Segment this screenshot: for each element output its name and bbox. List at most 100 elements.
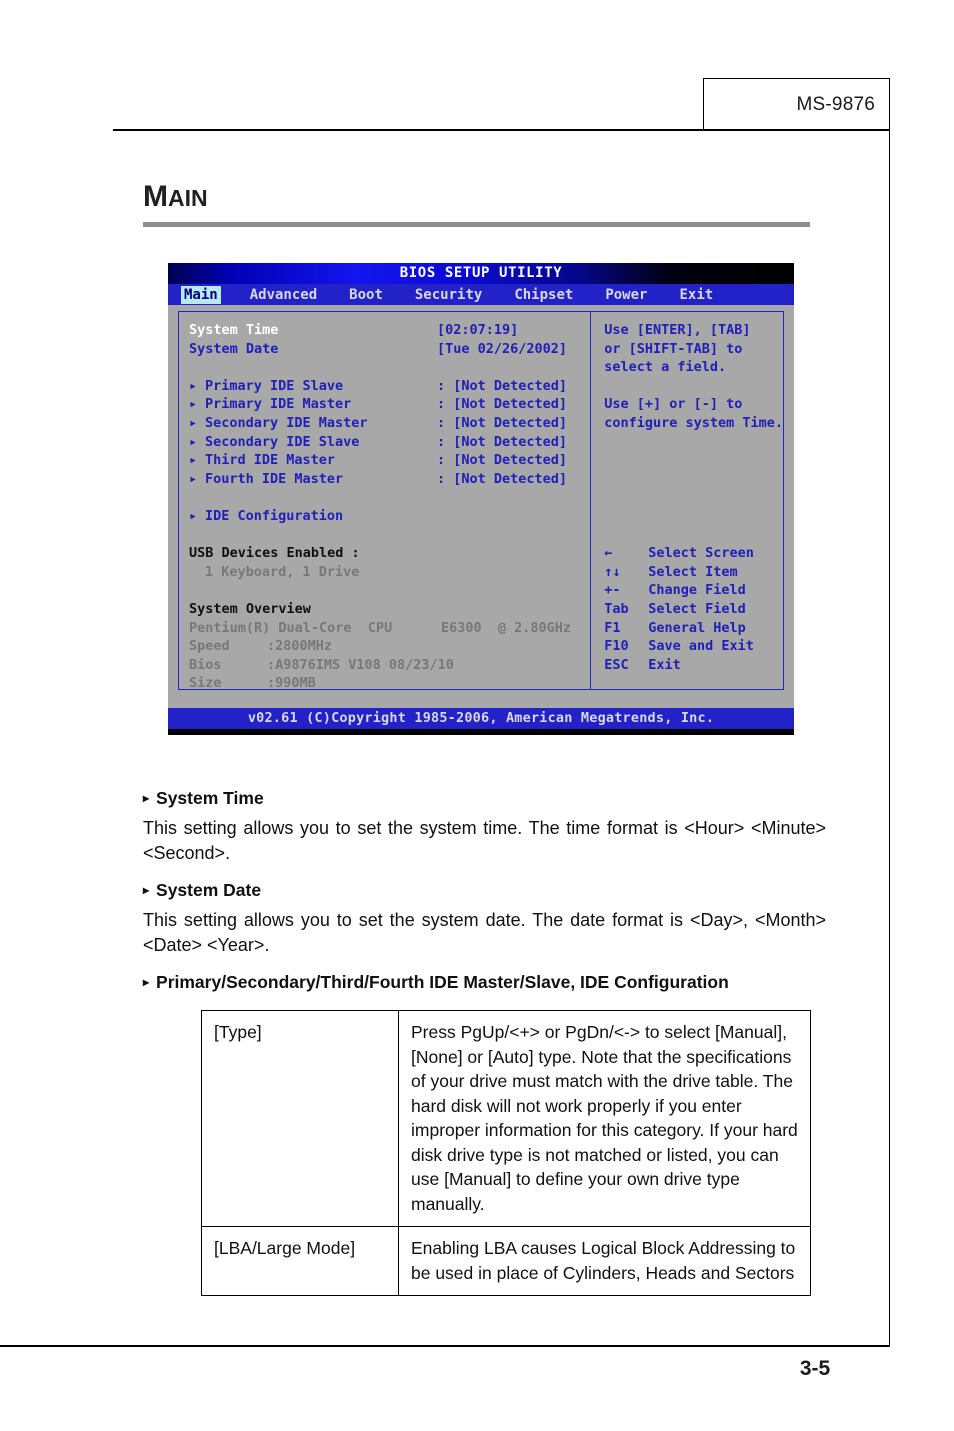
cpu-model: Pentium(R) Dual-Core CPU E6300 @ 2.80GHz xyxy=(189,619,572,636)
header-rule xyxy=(113,129,890,131)
tab-exit[interactable]: Exit xyxy=(676,286,716,304)
setting-system-time[interactable]: System Time [02:07:19] xyxy=(189,321,590,340)
table-cell-key: [Type] xyxy=(201,1010,399,1227)
menu-item-fourth-ide-master[interactable]: ▸ Fourth IDE Master : [Not Detected] xyxy=(189,470,590,489)
page-title-initial: M xyxy=(143,180,168,213)
menu-item-third-ide-master[interactable]: ▸ Third IDE Master : [Not Detected] xyxy=(189,451,590,470)
speed-value: :2800MHz xyxy=(267,638,333,655)
bios-help-pane: Use [ENTER], [TAB] or [SHIFT-TAB] to sel… xyxy=(591,312,783,689)
submenu-arrow-icon: ▸ xyxy=(189,433,198,450)
system-date-heading: ▸ System Date xyxy=(143,879,833,901)
bios-menu-bar[interactable]: Main Advanced Boot Security Chipset Powe… xyxy=(168,284,794,305)
legend-label: Select Item xyxy=(648,563,738,580)
submenu-arrow-icon: ▸ xyxy=(189,452,198,469)
menu-item-secondary-ide-slave[interactable]: ▸ Secondary IDE Slave : [Not Detected] xyxy=(189,433,590,452)
secondary-ide-master-label: Secondary IDE Master xyxy=(205,414,368,431)
usb-devices-heading: USB Devices Enabled : xyxy=(189,545,360,562)
submenu-arrow-icon: ▸ xyxy=(189,377,198,394)
page-border-right xyxy=(889,78,890,1345)
left-arrow-icon: ← xyxy=(604,545,613,562)
legend-label: Exit xyxy=(648,656,681,673)
usb-devices-detail: 1 Keyboard, 1 Drive xyxy=(205,563,360,580)
secondary-ide-slave-value: : [Not Detected] xyxy=(437,433,568,450)
bios-body: System Time [02:07:19] System Date [Tue … xyxy=(168,305,794,699)
menu-item-primary-ide-master[interactable]: ▸ Primary IDE Master : [Not Detected] xyxy=(189,395,590,414)
primary-ide-slave-value: : [Not Detected] xyxy=(437,377,568,394)
tab-security[interactable]: Security xyxy=(412,286,485,304)
help-text-line-5: configure system Time. xyxy=(604,414,783,431)
submenu-arrow-icon: ▸ xyxy=(189,414,198,431)
tab-chipset[interactable]: Chipset xyxy=(511,286,576,304)
legend-label: Change Field xyxy=(648,582,746,599)
page-number: 3-5 xyxy=(799,1357,831,1380)
tab-advanced[interactable]: Advanced xyxy=(247,286,320,304)
footer-rule xyxy=(0,1345,890,1347)
menu-item-ide-configuration[interactable]: ▸ IDE Configuration xyxy=(189,507,590,526)
system-date-description: This setting allows you to set the syste… xyxy=(143,910,826,955)
primary-ide-master-label: Primary IDE Master xyxy=(205,396,352,413)
legend-label: Select Screen xyxy=(648,545,754,562)
ide-heading-text: Primary/Secondary/Third/Fourth IDE Maste… xyxy=(156,972,729,992)
help-text-line-2: or [SHIFT-TAB] to xyxy=(604,340,743,357)
bios-footer-strip xyxy=(168,699,794,708)
memory-size-label: Size xyxy=(189,675,222,692)
title-underline xyxy=(143,222,810,227)
system-date-label: System Date xyxy=(189,340,279,357)
bios-copyright: v02.61 (C)Copyright 1985-2006, American … xyxy=(168,708,794,729)
tab-power[interactable]: Power xyxy=(602,286,650,304)
help-text-line-4: Use [+] or [-] to xyxy=(604,396,743,413)
bullet-triangle-icon: ▸ xyxy=(143,975,150,989)
third-ide-master-label: Third IDE Master xyxy=(205,452,336,469)
fourth-ide-master-value: : [Not Detected] xyxy=(437,470,568,487)
legend-save-and-exit: F10 Save and Exit xyxy=(604,637,783,656)
legend-select-item: ↑↓ Select Item xyxy=(604,563,783,582)
system-date-value[interactable]: [Tue 02/26/2002] xyxy=(437,340,567,359)
bios-title-bar: BIOS SETUP UTILITY xyxy=(168,263,794,284)
menu-item-primary-ide-slave[interactable]: ▸ Primary IDE Slave : [Not Detected] xyxy=(189,377,590,396)
plus-minus-icon: +- xyxy=(604,582,621,599)
legend-label: General Help xyxy=(648,619,746,636)
table-cell-key: [LBA/Large Mode] xyxy=(201,1226,399,1296)
submenu-arrow-icon: ▸ xyxy=(189,507,198,524)
ide-settings-table: [Type] Press PgUp/<+> or PgDn/<-> to sel… xyxy=(201,1010,811,1296)
system-date-heading-text: System Date xyxy=(156,880,262,900)
up-down-arrow-icon: ↑↓ xyxy=(604,563,621,580)
page-title: MAIN xyxy=(143,182,208,212)
system-time-description: This setting allows you to set the syste… xyxy=(143,818,826,863)
speed-label: Speed xyxy=(189,638,230,655)
header-box-top-line xyxy=(703,78,890,79)
legend-select-field: Tab Select Field xyxy=(604,600,783,619)
help-text-line-3: select a field. xyxy=(604,359,727,376)
primary-ide-slave-label: Primary IDE Slave xyxy=(205,377,344,394)
f10-key-label: F10 xyxy=(604,638,629,655)
esc-key-label: ESC xyxy=(604,656,629,673)
bios-version-label: Bios xyxy=(189,656,222,673)
fourth-ide-master-label: Fourth IDE Master xyxy=(205,470,344,487)
system-time-value[interactable]: [02:07:19] xyxy=(437,321,518,340)
bullet-triangle-icon: ▸ xyxy=(143,791,150,805)
legend-change-field: +- Change Field xyxy=(604,581,783,600)
tab-main[interactable]: Main xyxy=(181,285,221,304)
setting-system-date[interactable]: System Date [Tue 02/26/2002] xyxy=(189,340,590,359)
legend-label: Save and Exit xyxy=(648,638,754,655)
menu-item-secondary-ide-master[interactable]: ▸ Secondary IDE Master : [Not Detected] xyxy=(189,414,590,433)
bios-version-value: :A9876IMS V108 08/23/10 xyxy=(267,656,454,673)
system-time-section: ▸ System Time xyxy=(143,787,833,809)
bios-bottom-edge xyxy=(168,729,794,735)
third-ide-master-value: : [Not Detected] xyxy=(437,452,568,469)
legend-general-help: F1 General Help xyxy=(604,619,783,638)
tab-boot[interactable]: Boot xyxy=(346,286,386,304)
ide-configuration-label: IDE Configuration xyxy=(205,507,344,524)
bios-version-row: Bios :A9876IMS V108 08/23/10 xyxy=(189,656,590,675)
system-time-label: System Time xyxy=(189,322,279,338)
bios-panes: System Time [02:07:19] System Date [Tue … xyxy=(178,311,784,693)
memory-size-row: Size :990MB xyxy=(189,674,590,693)
primary-ide-master-value: : [Not Detected] xyxy=(437,396,568,413)
submenu-arrow-icon: ▸ xyxy=(189,396,198,413)
